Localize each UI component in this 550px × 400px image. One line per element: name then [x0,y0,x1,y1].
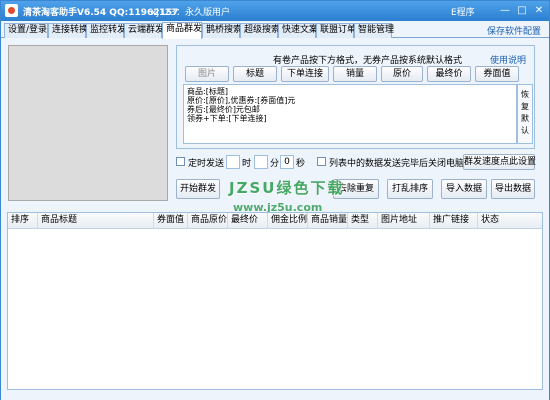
format-panel-title: 有卷产品按下方格式，无券产品按系统默认格式 [273,56,463,66]
minute-label: 分 [270,159,280,169]
column-header[interactable]: 最终价 [228,213,268,229]
restore-default-button[interactable]: 恢复默认 [517,84,533,144]
hour-input[interactable] [226,155,240,169]
second-input[interactable]: 0 [280,155,294,169]
table-header: 排序 商品标题 券面值 商品原价 最终价 佣金比例 商品销量 类型 图片地址 推… [8,213,542,229]
column-header[interactable]: 商品原价 [188,213,228,229]
tab-bridge-search[interactable]: 鹊桥搜索 [202,23,242,38]
status-bar [1,392,549,400]
template-line: 领券+下单:[下单连接] [187,114,267,123]
format-panel: 有卷产品按下方格式，无券产品按系统默认格式 使用说明 图片 标题 下单连接 销量… [176,45,535,149]
close-button[interactable]: ✕ [531,3,547,18]
insert-original-price-button[interactable]: 原价 [381,66,423,82]
column-header[interactable]: 推广链接 [430,213,478,229]
template-line: 券后:[最终价]元包邮 [187,105,260,114]
timed-send-label: 定时发送 [188,159,225,169]
insert-sales-button[interactable]: 销量 [333,66,377,82]
product-table[interactable]: 排序 商品标题 券面值 商品原价 最终价 佣金比例 商品销量 类型 图片地址 推… [7,212,543,390]
tab-monitor-forward[interactable]: 监控转发 [86,23,126,38]
minimize-button[interactable]: — [497,3,513,18]
insert-title-button[interactable]: 标题 [233,66,277,82]
template-line: 原价:[原价],优惠券:[券面值]元 [187,96,296,105]
column-header[interactable]: 图片地址 [378,213,430,229]
insert-coupon-value-button[interactable]: 券面值 [475,66,519,82]
column-header[interactable]: 券面值 [154,213,188,229]
close-pc-checkbox[interactable] [317,157,326,166]
tab-settings-login[interactable]: 设置/登录 [4,23,48,38]
tab-alliance-orders[interactable]: 联盟订单 [316,23,356,38]
program-label: E程序 [451,8,475,18]
tab-cloud-broadcast[interactable]: 云端群发 [124,23,164,38]
app-window: 清茶淘客助手V6.54 QQ:11962157 xj123：永久版用户 E程序 … [0,0,550,400]
column-header[interactable]: 状态 [478,213,542,229]
second-label: 秒 [296,159,306,169]
help-link[interactable]: 使用说明 [490,53,526,66]
start-broadcast-button[interactable]: 开始群发 [176,179,220,199]
tab-bar: 设置/登录 连接转换 监控转发 云端群发 商品群发 鹊桥搜索 超级搜索 快速文案… [1,21,549,39]
column-header[interactable]: 佣金比例 [268,213,308,229]
minute-input[interactable] [254,155,268,169]
maximize-button[interactable]: □ [514,3,530,18]
tab-quick-copy[interactable]: 快速文案 [278,23,318,38]
tab-smart-manage[interactable]: 智能管理 [354,23,394,38]
tab-super-search[interactable]: 超级搜索 [240,23,280,38]
watermark-text: JZSU绿色下载 [229,179,345,197]
import-data-button[interactable]: 导入数据 [441,179,487,199]
save-config-link[interactable]: 保存软件配置 [487,24,541,37]
insert-order-link-button[interactable]: 下单连接 [281,66,329,82]
close-pc-label: 列表中的数据发送完毕后关闭电脑 [329,159,465,169]
template-line: 商品:[标题] [187,87,228,96]
hour-label: 时 [242,159,252,169]
user-status: xj123：永久版用户 [151,8,231,18]
tab-product-broadcast[interactable]: 商品群发 [162,22,202,39]
timed-send-checkbox[interactable] [176,157,185,166]
shuffle-button[interactable]: 打乱排序 [387,179,433,199]
tab-link-convert[interactable]: 连接转换 [48,23,88,38]
title-bar[interactable]: 清茶淘客助手V6.54 QQ:11962157 xj123：永久版用户 E程序 … [1,1,549,21]
speed-settings-button[interactable]: 群发速度点此设置 [463,154,536,170]
column-header[interactable]: 类型 [348,213,378,229]
insert-image-button[interactable]: 图片 [185,66,229,82]
template-editor[interactable]: 商品:[标题] 原价:[原价],优惠券:[券面值]元 券后:[最终价]元包邮 领… [183,84,517,144]
image-preview [8,45,168,201]
app-logo-icon [5,4,18,17]
column-header[interactable]: 商品销量 [308,213,348,229]
column-header[interactable]: 商品标题 [38,213,154,229]
insert-final-price-button[interactable]: 最终价 [427,66,471,82]
schedule-row: 定时发送 时 分 0 秒 列表中的数据发送完毕后关闭电脑 群发速度点此设置 [176,154,536,170]
column-header[interactable]: 排序 [8,213,38,229]
export-data-button[interactable]: 导出数据 [491,179,535,199]
